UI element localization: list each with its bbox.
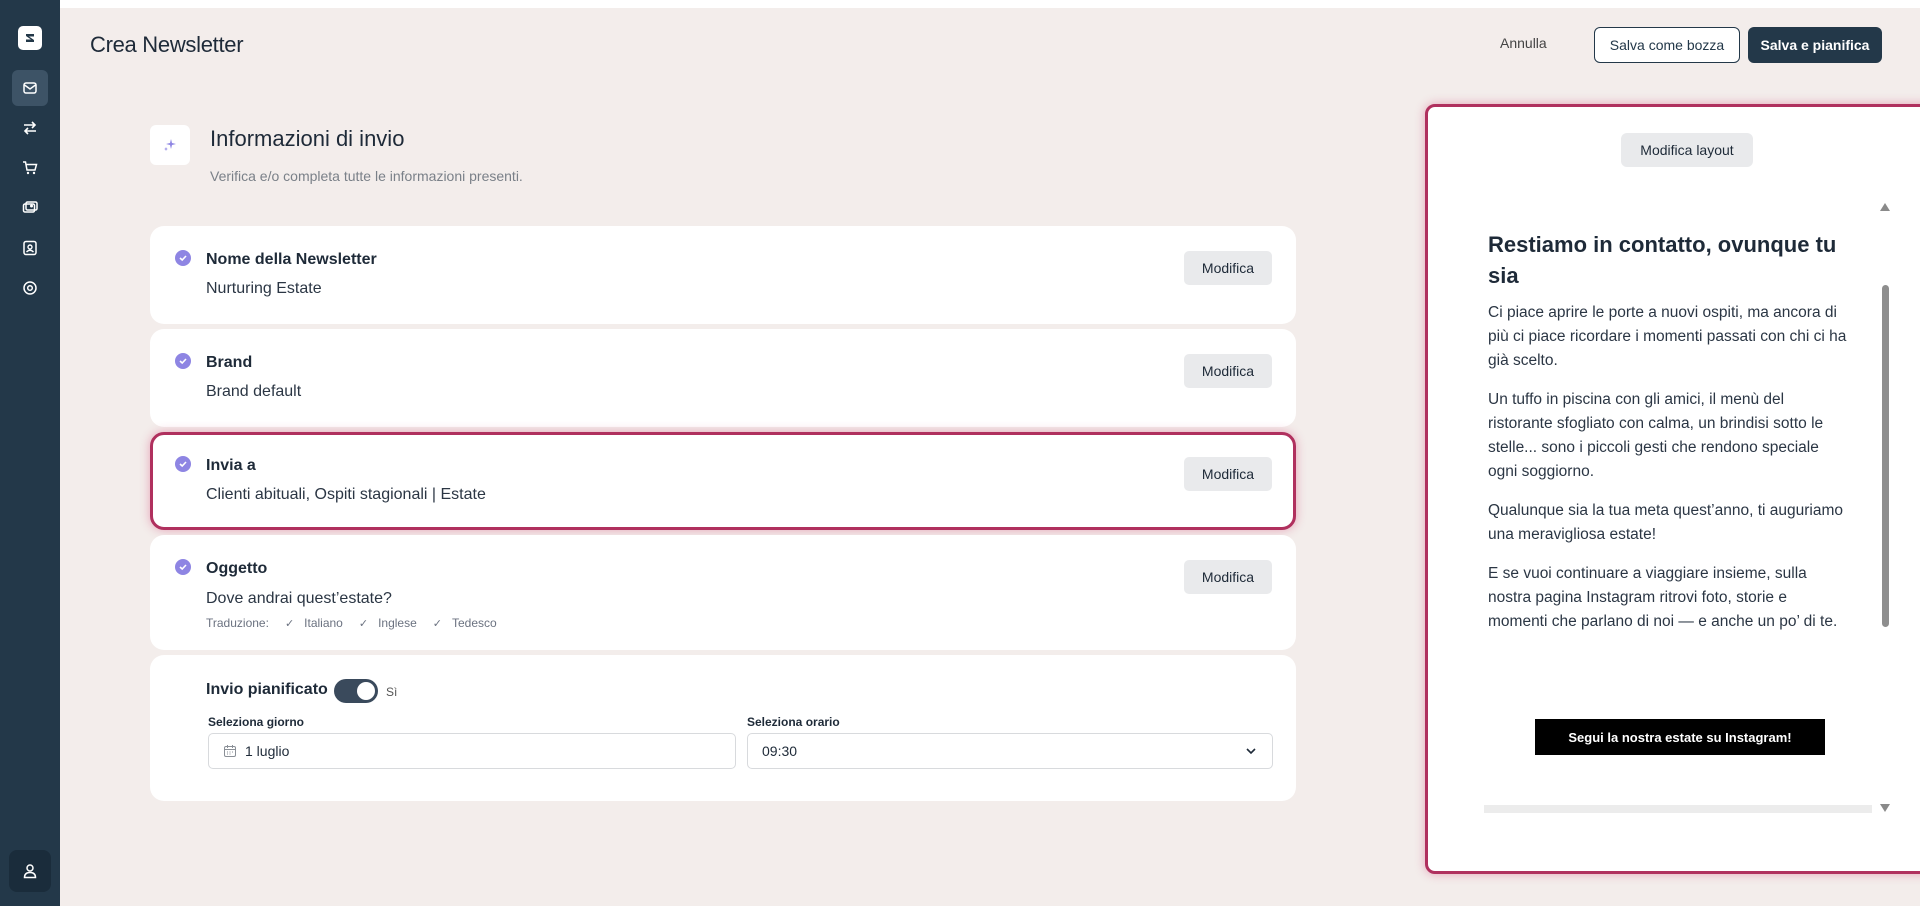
toggle-state-text: Sì xyxy=(386,685,398,699)
arrows-exchange-icon xyxy=(23,121,37,135)
card-label: Brand xyxy=(206,354,253,371)
card-value: Clienti abituali, Ospiti stagionali | Es… xyxy=(206,486,486,503)
check-small-icon: ✓ xyxy=(432,617,442,630)
sidebar-item-cards[interactable] xyxy=(12,190,48,226)
vertical-scrollbar-thumb[interactable] xyxy=(1882,285,1889,627)
check-small-icon: ✓ xyxy=(358,617,369,630)
card-label: Invia a xyxy=(206,457,256,474)
sidebar xyxy=(0,0,60,906)
sidebar-item-contacts[interactable] xyxy=(12,230,48,266)
time-field-label: Seleziona orario xyxy=(747,715,840,729)
language-item: Inglese xyxy=(378,616,417,630)
modify-subject-button[interactable]: Modifica xyxy=(1184,560,1272,594)
chevron-down-icon xyxy=(1246,748,1256,755)
card-value: Dove andrai quest’estate? xyxy=(206,590,392,607)
modify-brand-button[interactable]: Modifica xyxy=(1184,354,1272,388)
card-schedule: Invio pianificato Sì Seleziona giorno 1 … xyxy=(150,655,1296,801)
time-value: 09:30 xyxy=(762,743,798,759)
email-paragraph: Qualunque sia la tua meta quest’anno, ti… xyxy=(1488,502,1844,543)
card-recipients: Invia a Clienti abituali, Ospiti stagion… xyxy=(150,432,1296,530)
check-icon xyxy=(175,559,191,575)
app-logo[interactable] xyxy=(18,26,42,50)
check-icon xyxy=(175,456,191,472)
language-item: Tedesco xyxy=(452,616,497,630)
card-subject: Oggetto Dove andrai quest’estate? Traduz… xyxy=(150,535,1296,650)
cancel-button[interactable]: Annulla xyxy=(1500,35,1547,51)
cart-icon xyxy=(23,161,38,175)
section-icon xyxy=(150,125,190,165)
page-title: Crea Newsletter xyxy=(90,32,244,57)
day-value: 1 luglio xyxy=(245,743,290,759)
calendar-icon xyxy=(224,745,236,757)
modify-recipients-button[interactable]: Modifica xyxy=(1184,457,1272,491)
check-icon xyxy=(175,353,191,369)
card-newsletter-name: Nome della Newsletter Nurturing Estate M… xyxy=(150,226,1296,324)
schedule-toggle[interactable] xyxy=(334,679,378,703)
translation-label: Traduzione: xyxy=(206,616,269,630)
main-content: Crea Newsletter Annulla Salva come bozza… xyxy=(60,8,1920,906)
save-schedule-button[interactable]: Salva e pianifica xyxy=(1748,27,1882,63)
email-preview-panel: Modifica layout Restiamo in contatto, ov… xyxy=(1425,104,1920,874)
day-field-label: Seleziona giorno xyxy=(208,715,305,729)
card-brand: Brand Brand default Modifica xyxy=(150,329,1296,427)
sparkle-icon xyxy=(164,139,176,151)
email-paragraph: Un tuffo in piscina con gli amici, il me… xyxy=(1488,391,1824,480)
check-icon xyxy=(175,250,191,266)
translations-list: Traduzione: ✓ Italiano ✓ Inglese ✓ Tedes… xyxy=(206,616,497,630)
schedule-label: Invio pianificato xyxy=(206,681,328,698)
scroll-down-arrow[interactable] xyxy=(1880,804,1890,812)
sidebar-item-shop[interactable] xyxy=(12,150,48,186)
logo-icon xyxy=(26,34,34,42)
modify-name-button[interactable]: Modifica xyxy=(1184,251,1272,285)
card-value: Nurturing Estate xyxy=(206,280,322,297)
time-select[interactable]: 09:30 xyxy=(747,733,1273,769)
scroll-up-arrow[interactable] xyxy=(1880,203,1890,211)
settings-icon xyxy=(23,281,37,295)
cards-icon xyxy=(22,201,38,213)
section-subtitle: Verifica e/o completa tutte le informazi… xyxy=(210,168,523,184)
sidebar-item-automations[interactable] xyxy=(12,110,48,146)
instagram-cta-button[interactable]: Segui la nostra estate su Instagram! xyxy=(1535,719,1825,755)
email-paragraph: Ci piace aprire le porte a nuovi ospiti,… xyxy=(1488,304,1847,369)
language-item: Italiano xyxy=(304,616,343,630)
email-body: Restiamo in contatto, ovunque tu sia Ci … xyxy=(1488,229,1848,634)
sidebar-item-newsletter[interactable] xyxy=(12,70,48,106)
day-picker-field[interactable]: 1 luglio xyxy=(208,733,736,769)
email-paragraph: E se vuoi continuare a viaggiare insieme… xyxy=(1488,565,1838,630)
horizontal-scrollbar[interactable] xyxy=(1484,805,1872,813)
save-draft-button[interactable]: Salva come bozza xyxy=(1594,27,1740,63)
check-small-icon: ✓ xyxy=(284,617,295,630)
mail-icon xyxy=(23,82,37,94)
card-label: Nome della Newsletter xyxy=(206,251,377,268)
email-title: Restiamo in contatto, ovunque tu sia xyxy=(1488,232,1837,288)
user-account-button[interactable] xyxy=(9,850,51,892)
user-icon xyxy=(23,864,37,879)
card-label: Oggetto xyxy=(206,560,268,577)
card-value: Brand default xyxy=(206,383,302,400)
edit-layout-button[interactable]: Modifica layout xyxy=(1621,133,1753,167)
section-title: Informazioni di invio xyxy=(210,126,405,151)
toggle-knob xyxy=(357,682,375,700)
sidebar-item-settings[interactable] xyxy=(12,270,48,306)
contact-icon xyxy=(23,240,37,256)
